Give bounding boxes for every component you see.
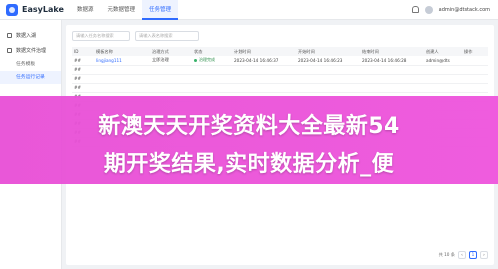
table-cell: admin@dts bbox=[424, 56, 462, 66]
table-cell bbox=[232, 83, 296, 93]
page-1-button[interactable]: 1 bbox=[469, 251, 477, 259]
table-cell[interactable]: lingjiang111 bbox=[94, 56, 150, 66]
bell-icon[interactable] bbox=[411, 6, 419, 13]
user-email[interactable]: admin@dtstack.com bbox=[439, 7, 490, 13]
table-cell: ## bbox=[72, 65, 94, 75]
table-cell: ## bbox=[72, 74, 94, 84]
table-cell[interactable] bbox=[462, 74, 488, 84]
column-header: 状态 bbox=[192, 47, 232, 56]
user-area: admin@dtstack.com bbox=[411, 5, 498, 14]
table-cell bbox=[192, 83, 232, 93]
column-header: 开始时间 bbox=[296, 47, 360, 56]
table-cell: 2023-04-14 16:46:37 bbox=[232, 56, 296, 66]
table-search-input[interactable]: 请输入表名称搜索 bbox=[135, 31, 199, 41]
sidebar-item-data-import[interactable]: 数据入湖 bbox=[0, 28, 61, 43]
folder-icon bbox=[7, 48, 12, 53]
column-header: 结束时间 bbox=[360, 47, 424, 56]
avatar[interactable] bbox=[424, 5, 433, 14]
banner-line-1: 新澳天天开奖资料大全最新54 bbox=[98, 114, 400, 139]
next-page-button[interactable]: › bbox=[480, 251, 488, 259]
status-badge: 治理完成 bbox=[194, 57, 215, 63]
table-cell bbox=[360, 65, 424, 75]
cell-text: ## bbox=[74, 85, 82, 90]
table-cell bbox=[296, 83, 360, 93]
table-cell bbox=[192, 74, 232, 84]
cell-text: 2023-04-14 16:46:37 bbox=[234, 57, 279, 63]
logo-icon bbox=[6, 3, 18, 16]
sidebar-sub-task-template[interactable]: 任务模板 bbox=[0, 58, 61, 71]
table-cell[interactable] bbox=[462, 56, 488, 66]
banner-line-2: 期开奖结果,实时数据分析_便 bbox=[103, 152, 395, 177]
table-cell bbox=[360, 74, 424, 84]
column-header: 操作 bbox=[462, 47, 488, 56]
cell-text: ## bbox=[74, 67, 82, 72]
table-cell[interactable] bbox=[94, 65, 150, 75]
table-cell[interactable] bbox=[94, 74, 150, 84]
column-header: 计划时间 bbox=[232, 47, 296, 56]
pagination-total: 共 10 条 bbox=[438, 252, 455, 257]
app-name: EasyLake bbox=[22, 5, 64, 14]
cell-text: 2023-04-14 16:46:28 bbox=[362, 57, 407, 63]
table-cell bbox=[296, 65, 360, 75]
main-nav: 数据源 元数据管理 任务管理 bbox=[70, 0, 179, 20]
table-cell[interactable] bbox=[462, 83, 488, 93]
pagination: 共 10 条 ‹ 1 › bbox=[439, 251, 488, 259]
table-cell: ## bbox=[72, 56, 94, 66]
prev-page-button[interactable]: ‹ bbox=[458, 251, 466, 259]
filter-toolbar: 请输入任务名称搜索 请输入表名称搜索 bbox=[72, 31, 199, 41]
column-header: ID bbox=[72, 47, 94, 56]
column-header: 模板名称 bbox=[94, 47, 150, 56]
table-cell[interactable] bbox=[94, 83, 150, 93]
sidebar-item-label: 数据文件治理 bbox=[16, 48, 47, 54]
table-cell bbox=[232, 74, 296, 84]
table-cell: ## bbox=[72, 83, 94, 93]
table-cell bbox=[232, 65, 296, 75]
top-bar: EasyLake 数据源 元数据管理 任务管理 admin@dtstack.com bbox=[0, 0, 498, 20]
import-icon bbox=[7, 33, 12, 38]
table-cell bbox=[150, 65, 192, 75]
table-cell bbox=[424, 65, 462, 75]
table-cell bbox=[424, 83, 462, 93]
table-cell[interactable] bbox=[462, 65, 488, 75]
nav-tab[interactable]: 任务管理 bbox=[142, 0, 179, 20]
table-row[interactable]: ## bbox=[72, 65, 488, 75]
cell-text: ## bbox=[74, 57, 82, 63]
nav-tab[interactable]: 元数据管理 bbox=[101, 0, 143, 20]
cell-text: ## bbox=[74, 76, 82, 81]
table-header: ID 模板名称 治理方式 状态 计划时间 开始时间 结束时间 创建人 操作 bbox=[72, 47, 488, 56]
table-row[interactable]: ## lingjiang111 立即治理 治理完成 2023-04-14 16:46:3… bbox=[72, 56, 488, 66]
sidebar-item-label: 数据入湖 bbox=[16, 33, 37, 39]
column-header: 治理方式 bbox=[150, 47, 192, 56]
column-header: 创建人 bbox=[424, 47, 462, 56]
app-logo[interactable]: EasyLake bbox=[0, 3, 70, 16]
sidebar-sub-task-records[interactable]: 任务运行记录 bbox=[0, 71, 61, 84]
cell-text: 2023-04-14 16:46:23 bbox=[298, 57, 343, 63]
cell-text: 立即治理 bbox=[152, 57, 169, 63]
nav-tab[interactable]: 数据源 bbox=[70, 0, 101, 20]
table-row[interactable]: ## bbox=[72, 74, 488, 84]
table-cell: 2023-04-14 16:46:23 bbox=[296, 56, 360, 66]
cell-text[interactable]: lingjiang111 bbox=[96, 58, 122, 63]
cell-text: admin@dts bbox=[426, 57, 450, 63]
table-cell: 治理完成 bbox=[192, 56, 232, 66]
table-cell bbox=[424, 74, 462, 84]
table-cell bbox=[150, 83, 192, 93]
sidebar-item-file-governance[interactable]: 数据文件治理 bbox=[0, 43, 61, 58]
task-search-input[interactable]: 请输入任务名称搜索 bbox=[72, 31, 130, 41]
table-cell bbox=[296, 74, 360, 84]
table-cell bbox=[150, 74, 192, 84]
table-cell bbox=[192, 65, 232, 75]
table-cell: 2023-04-14 16:46:28 bbox=[360, 56, 424, 66]
table-row[interactable]: ## bbox=[72, 83, 488, 93]
overlay-banner: 新澳天天开奖资料大全最新54 期开奖结果,实时数据分析_便 bbox=[0, 96, 498, 184]
table-cell bbox=[360, 83, 424, 93]
table-cell: 立即治理 bbox=[150, 56, 192, 66]
